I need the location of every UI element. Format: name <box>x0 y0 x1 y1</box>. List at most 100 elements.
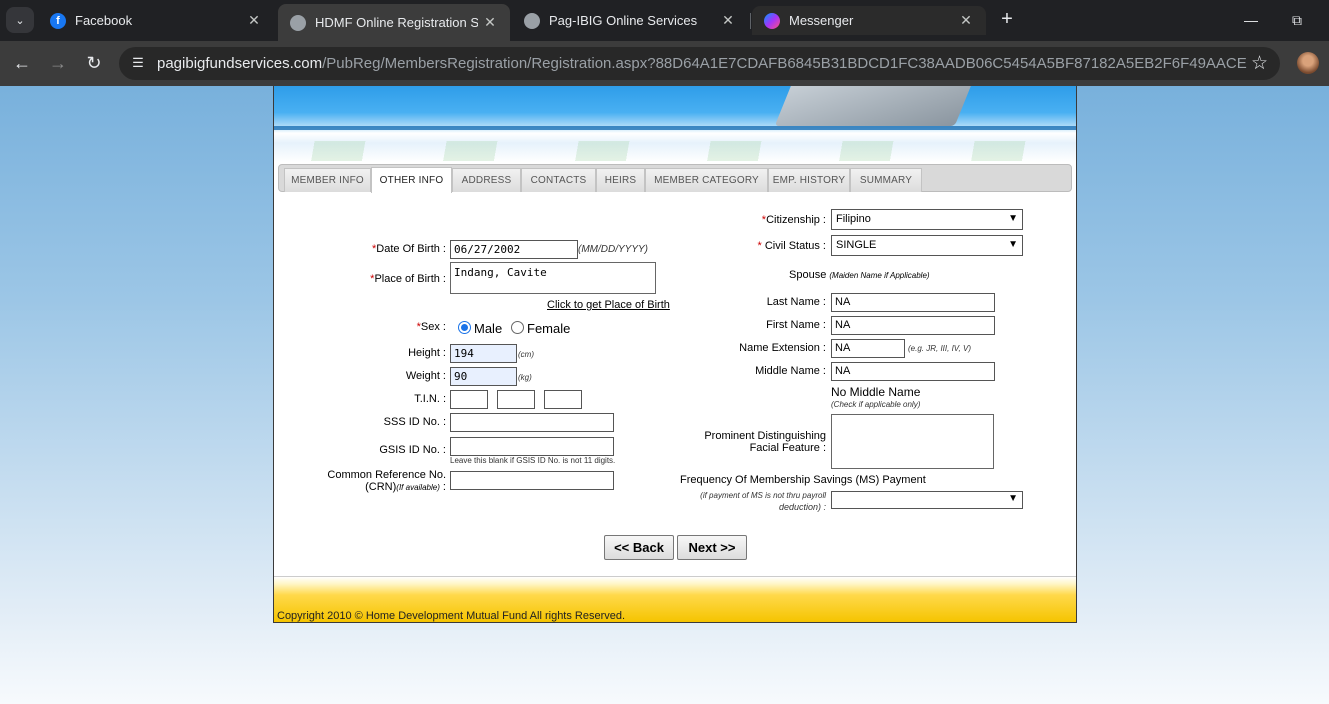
browser-tab-pagibig[interactable]: Pag-IBIG Online Services ✕ <box>512 6 748 35</box>
weight-input[interactable]: 90 <box>450 367 517 386</box>
globe-icon <box>290 14 306 31</box>
spouse-name-ext-input[interactable]: NA <box>831 339 905 358</box>
close-tab-icon[interactable]: ✕ <box>246 12 262 29</box>
tab-emp-history[interactable]: EMP. HISTORY <box>768 168 850 192</box>
browser-tab-hdmf[interactable]: HDMF Online Registration System ✕ <box>278 4 510 41</box>
browser-tab-title: Pag-IBIG Online Services <box>549 13 698 28</box>
tab-member-info[interactable]: MEMBER INFO <box>284 168 371 192</box>
browser-tab-title: HDMF Online Registration System <box>315 15 478 30</box>
registration-page: MEMBER INFO OTHER INFO ADDRESS CONTACTS … <box>273 86 1077 623</box>
civil-status-label-text: Civil Status : <box>764 240 826 252</box>
citizenship-select[interactable]: Filipino ▼ <box>831 209 1023 230</box>
spouse-label-text: Spouse <box>789 269 827 281</box>
no-middle-name-checkbox-label[interactable]: No Middle Name <box>831 385 920 399</box>
facial-feature-label-line2: Facial Feature : <box>749 442 826 454</box>
tin-part2-input[interactable] <box>497 390 535 409</box>
url-text[interactable]: pagibigfundservices.com/PubReg/MembersRe… <box>157 55 1247 72</box>
facial-feature-label-line1: Prominent Distinguishing <box>704 430 826 442</box>
browser-tab-facebook[interactable]: f Facebook ✕ <box>38 6 274 35</box>
ms-frequency-hint-line2: deduction) : <box>778 502 826 512</box>
get-place-of-birth-link[interactable]: Click to get Place of Birth <box>547 299 670 311</box>
back-button[interactable]: << Back <box>604 535 674 560</box>
messenger-icon <box>764 12 780 29</box>
profile-avatar[interactable] <box>1297 52 1319 74</box>
tab-contacts[interactable]: CONTACTS <box>521 168 596 192</box>
citizenship-label: *Citizenship : <box>762 214 826 226</box>
browser-tab-title: Messenger <box>789 13 854 28</box>
spouse-label: Spouse (Maiden Name if Applicable) <box>789 269 930 281</box>
tab-separator <box>750 13 751 29</box>
spouse-first-name-label: First Name : <box>766 319 826 331</box>
tab-search-chevron-icon[interactable]: ⌄ <box>6 7 34 33</box>
weight-unit: (kg) <box>518 373 532 382</box>
registration-tabs: MEMBER INFO OTHER INFO ADDRESS CONTACTS … <box>278 164 1072 193</box>
crn-input[interactable] <box>450 471 614 490</box>
tab-other-info[interactable]: OTHER INFO <box>371 167 452 193</box>
dob-input[interactable]: 06/27/2002 <box>450 240 578 259</box>
close-tab-icon[interactable]: ✕ <box>720 12 736 29</box>
chevron-down-icon: ▼ <box>1008 213 1018 224</box>
gsis-input[interactable] <box>450 437 614 456</box>
reload-icon[interactable]: ↻ <box>82 51 106 75</box>
next-button[interactable]: Next >> <box>677 535 747 560</box>
close-tab-icon[interactable]: ✕ <box>482 14 498 31</box>
url-path: /PubReg/MembersRegistration/Registration… <box>322 55 1247 72</box>
close-tab-icon[interactable]: ✕ <box>958 12 974 29</box>
female-radio[interactable] <box>511 321 524 334</box>
address-bar[interactable]: ☰ pagibigfundservices.com/PubReg/Members… <box>119 47 1280 80</box>
tab-summary[interactable]: SUMMARY <box>850 168 922 192</box>
spouse-first-name-input[interactable]: NA <box>831 316 995 335</box>
forward-arrow-icon[interactable]: → <box>46 51 70 75</box>
minimize-icon[interactable]: — <box>1239 8 1263 32</box>
tin-part3-input[interactable] <box>544 390 582 409</box>
facebook-icon: f <box>50 12 66 29</box>
restore-icon[interactable]: ⧉ <box>1285 8 1309 32</box>
spouse-last-name-input[interactable]: NA <box>831 293 995 312</box>
tab-address[interactable]: ADDRESS <box>452 168 521 192</box>
browser-tab-title: Facebook <box>75 13 133 28</box>
civil-status-select[interactable]: SINGLE ▼ <box>831 235 1023 256</box>
ms-frequency-select[interactable]: ▼ <box>831 491 1023 509</box>
tin-label: T.I.N. : <box>414 393 446 405</box>
url-host: pagibigfundservices.com <box>157 55 323 72</box>
name-ext-hint: (e.g. JR, III, IV, V) <box>908 344 971 353</box>
tin-part1-input[interactable] <box>450 390 488 409</box>
ms-frequency-hint-line1: (if payment of MS is not thru payroll <box>700 491 826 500</box>
pob-textarea[interactable]: Indang, Cavite <box>450 262 656 294</box>
tab-heirs[interactable]: HEIRS <box>596 168 645 192</box>
back-arrow-icon[interactable]: ← <box>10 51 34 75</box>
pob-label-text: Place of Birth : <box>374 273 446 285</box>
male-radio[interactable] <box>458 321 471 334</box>
browser-toolbar: ← → ↻ ☰ pagibigfundservices.com/PubReg/M… <box>0 41 1329 86</box>
browser-tab-messenger[interactable]: Messenger ✕ <box>752 6 986 35</box>
site-info-icon[interactable]: ☰ <box>129 55 147 73</box>
civil-status-value: SINGLE <box>836 239 877 251</box>
pob-label: *Place of Birth : <box>370 273 446 285</box>
citizenship-label-text: Citizenship : <box>766 214 826 226</box>
spouse-middle-name-label: Middle Name : <box>755 365 826 377</box>
ms-frequency-label: Frequency Of Membership Savings (MS) Pay… <box>680 474 926 486</box>
facial-feature-textarea[interactable] <box>831 414 994 469</box>
citizenship-value: Filipino <box>836 213 871 225</box>
header-banner <box>274 86 1076 162</box>
spouse-middle-name-input[interactable]: NA <box>831 362 995 381</box>
height-input[interactable]: 194 <box>450 344 517 363</box>
laptop-image <box>774 86 974 126</box>
tab-member-category[interactable]: MEMBER CATEGORY <box>645 168 768 192</box>
civil-status-label: * Civil Status : <box>758 240 826 252</box>
dob-label: *Date Of Birth : <box>372 243 446 255</box>
chevron-down-icon: ▼ <box>1008 239 1018 250</box>
female-label: Female <box>527 321 571 336</box>
height-unit: (cm) <box>518 350 534 359</box>
gsis-label: GSIS ID No. : <box>379 444 446 456</box>
new-tab-icon[interactable]: + <box>996 8 1018 30</box>
gsis-hint: Leave this blank if GSIS ID No. is not 1… <box>450 456 616 465</box>
banner-strip <box>274 126 1076 130</box>
weight-label: Weight : <box>405 370 446 382</box>
page-footer: Copyright 2010 © Home Development Mutual… <box>274 576 1076 622</box>
sex-label: *Sex : <box>417 321 446 333</box>
crn-abbrev: (CRN) <box>365 481 397 493</box>
copyright-text: Copyright 2010 © Home Development Mutual… <box>277 610 626 622</box>
sss-input[interactable] <box>450 413 614 432</box>
bookmark-star-icon[interactable]: ☆ <box>1251 52 1268 75</box>
